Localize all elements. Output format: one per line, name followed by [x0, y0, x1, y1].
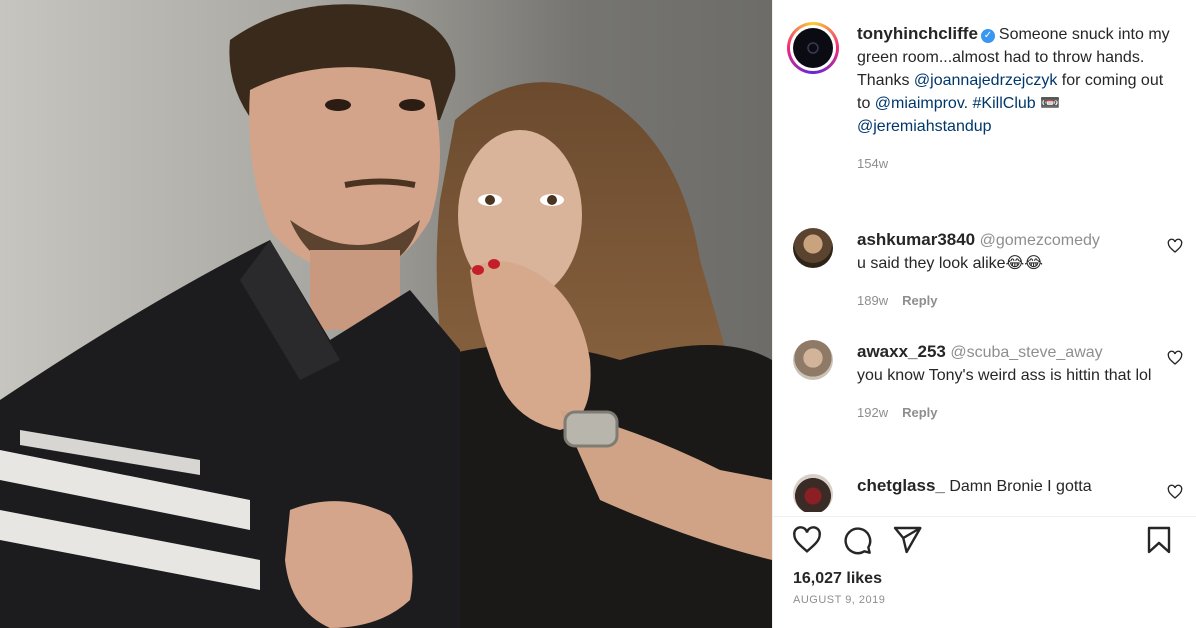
post-photo[interactable] [0, 0, 772, 628]
author-avatar[interactable] [787, 22, 839, 74]
comment-text: Damn Bronie I gotta [949, 478, 1092, 495]
heart-icon[interactable] [791, 524, 823, 556]
caption-mention-link[interactable]: @joannajedrzejczyk [914, 72, 1057, 89]
post-caption: tonyhinchcliffe ✓ Someone snuck into my gr… [787, 22, 1183, 175]
heart-icon[interactable] [1167, 484, 1183, 500]
caption-mention-link[interactable]: @miaimprov [875, 95, 964, 112]
comment-item: ashkumar3840 @gomezcomedy u said they lo… [793, 228, 1189, 312]
comment-timestamp: 189w [857, 293, 889, 308]
caption-fragment: 📼 [1035, 95, 1061, 112]
post-date: AUGUST 9, 2019 [793, 594, 886, 606]
logo-icon [807, 42, 819, 54]
caption-hashtag-link[interactable]: #KillClub [973, 95, 1036, 112]
comment-mention-link[interactable]: @gomezcomedy [980, 232, 1100, 249]
bookmark-icon[interactable] [1143, 524, 1175, 556]
photo-illustration [0, 0, 772, 628]
author-username[interactable]: tonyhinchcliffe [857, 24, 978, 43]
heart-icon[interactable] [1167, 238, 1183, 254]
heart-icon[interactable] [1167, 350, 1183, 366]
comment-username[interactable]: chetglass_ [857, 476, 945, 495]
verified-badge-icon: ✓ [980, 29, 995, 43]
post-side-panel: tonyhinchcliffe ✓ Someone snuck into my gr… [772, 0, 1196, 628]
likes-count[interactable]: 16,027 likes [793, 570, 882, 588]
panel-divider [773, 516, 1196, 517]
commenter-avatar[interactable] [793, 474, 833, 512]
comment-icon[interactable] [841, 524, 873, 556]
comment-username[interactable]: ashkumar3840 [857, 230, 975, 249]
author-avatar-image [793, 28, 833, 68]
caption-mention-link[interactable]: @jeremiahstandup [857, 118, 992, 135]
caption-fragment: . [963, 95, 973, 112]
comment-item: awaxx_253 @scuba_steve_away you know Ton… [793, 340, 1189, 424]
comment-text: u said they look alike😂😂 [857, 255, 1043, 272]
reply-button[interactable]: Reply [902, 293, 937, 308]
action-bar [791, 524, 1177, 558]
paper-plane-icon[interactable] [891, 524, 923, 556]
commenter-avatar[interactable] [793, 228, 833, 268]
caption-text: tonyhinchcliffe ✓ Someone snuck into my gr… [857, 22, 1177, 175]
comment-text: you know Tony's weird ass is hittin that… [857, 367, 1152, 384]
comment-item: chetglass_ Damn Bronie I gotta [793, 474, 1189, 512]
comment-timestamp: 192w [857, 405, 889, 420]
post-timestamp: 154w [857, 156, 889, 171]
comment-username[interactable]: awaxx_253 [857, 342, 946, 361]
commenter-avatar[interactable] [793, 340, 833, 380]
comment-mention-link[interactable]: @scuba_steve_away [950, 344, 1102, 361]
reply-button[interactable]: Reply [902, 405, 937, 420]
